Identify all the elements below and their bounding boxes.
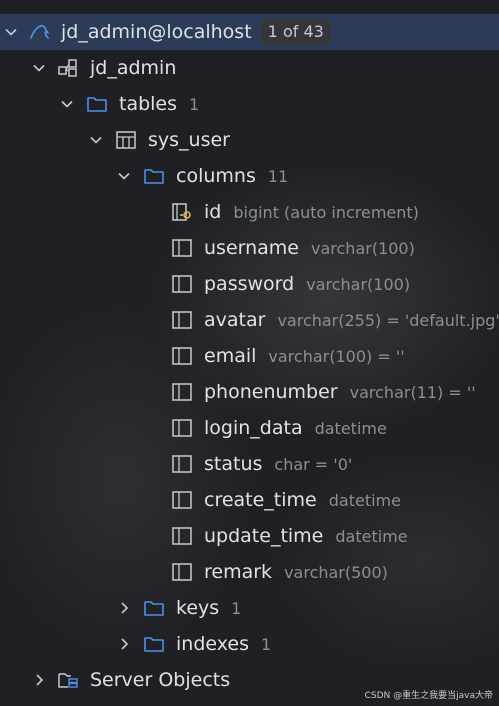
keys-count: 1	[231, 599, 242, 618]
tree-node-column[interactable]: id bigint (auto increment)	[0, 194, 499, 230]
column-icon	[171, 274, 193, 294]
table-name: sys_user	[148, 129, 230, 151]
tree-node-column[interactable]: phonenumber varchar(11) = ''	[0, 374, 499, 410]
tree-node-column[interactable]: username varchar(100)	[0, 230, 499, 266]
watermark: CSDN @重生之我要当java大帝	[364, 691, 493, 701]
column-icon	[171, 454, 193, 474]
chevron-right-icon[interactable]	[31, 662, 47, 698]
schema-icon	[57, 58, 79, 78]
server-objects-label: Server Objects	[90, 669, 231, 691]
tree-node-columns-folder[interactable]: columns 11	[0, 158, 499, 194]
keys-folder-label: keys	[176, 597, 220, 619]
column-type: varchar(500)	[284, 563, 388, 582]
column-name: remark	[204, 561, 273, 583]
column-name: login_data	[204, 417, 303, 439]
column-name: avatar	[204, 309, 266, 331]
primary-key-column-icon	[171, 202, 193, 222]
schema-name: jd_admin	[90, 57, 177, 79]
column-name: create_time	[204, 489, 317, 511]
column-type: char = '0'	[274, 455, 353, 474]
tables-count: 1	[189, 95, 200, 114]
connection-name: jd_admin@localhost	[61, 21, 252, 43]
tree-node-column[interactable]: password varchar(100)	[0, 266, 499, 302]
chevron-right-icon[interactable]	[116, 626, 132, 662]
column-type: datetime	[328, 491, 401, 510]
folder-icon	[143, 598, 165, 618]
tree-node-column[interactable]: status char = '0'	[0, 446, 499, 482]
chevron-right-icon[interactable]	[116, 590, 132, 626]
chevron-down-icon[interactable]	[31, 50, 47, 86]
column-type: varchar(100)	[311, 239, 415, 258]
column-type: varchar(255) = 'default.jpg'	[277, 311, 499, 330]
folder-icon	[143, 166, 165, 186]
column-type: varchar(11) = ''	[349, 383, 476, 402]
tree-node-column[interactable]: login_data datetime	[0, 410, 499, 446]
tree-node-column[interactable]: update_time datetime	[0, 518, 499, 554]
database-explorer-tree: jd_admin@localhost 1 of 43 jd_admin table…	[0, 14, 499, 698]
indexes-folder-label: indexes	[176, 633, 249, 655]
folder-icon	[86, 94, 108, 114]
tree-node-schema[interactable]: jd_admin	[0, 50, 499, 86]
tree-node-column[interactable]: create_time datetime	[0, 482, 499, 518]
column-type: varchar(100) = ''	[268, 347, 405, 366]
columns-count: 11	[267, 167, 289, 186]
chevron-down-icon[interactable]	[88, 122, 104, 158]
tree-node-column[interactable]: avatar varchar(255) = 'default.jpg'	[0, 302, 499, 338]
tables-folder-label: tables	[119, 93, 178, 115]
column-type: bigint (auto increment)	[233, 203, 419, 222]
table-icon	[115, 130, 137, 150]
column-name: phonenumber	[204, 381, 338, 403]
server-objects-icon	[57, 670, 79, 690]
tree-node-indexes-folder[interactable]: indexes 1	[0, 626, 499, 662]
column-name: update_time	[204, 525, 324, 547]
tree-node-tables-folder[interactable]: tables 1	[0, 86, 499, 122]
column-name: status	[204, 453, 263, 475]
column-type: varchar(100)	[306, 275, 411, 294]
column-icon	[171, 238, 193, 258]
chevron-down-icon[interactable]	[3, 14, 19, 50]
tree-node-column[interactable]: email varchar(100) = ''	[0, 338, 499, 374]
column-icon	[171, 382, 193, 402]
chevron-down-icon[interactable]	[116, 158, 132, 194]
folder-icon	[143, 634, 165, 654]
columns-folder-label: columns	[176, 165, 256, 187]
column-name: email	[204, 345, 257, 367]
tree-node-column[interactable]: remark varchar(500)	[0, 554, 499, 590]
column-icon	[171, 490, 193, 510]
column-icon	[171, 526, 193, 546]
indexes-count: 1	[261, 635, 272, 654]
tree-node-keys-folder[interactable]: keys 1	[0, 590, 499, 626]
column-type: datetime	[335, 527, 408, 546]
column-icon	[171, 310, 193, 330]
column-icon	[171, 346, 193, 366]
column-name: id	[204, 201, 222, 223]
column-name: password	[204, 273, 295, 295]
column-icon	[171, 562, 193, 582]
result-count-badge: 1 of 43	[261, 18, 330, 45]
column-name: username	[204, 237, 299, 259]
tree-node-table[interactable]: sys_user	[0, 122, 499, 158]
column-icon	[171, 418, 193, 438]
mysql-icon	[28, 22, 50, 42]
tree-node-connection[interactable]: jd_admin@localhost 1 of 43	[0, 14, 499, 50]
chevron-down-icon[interactable]	[59, 86, 75, 122]
column-type: datetime	[314, 419, 387, 438]
